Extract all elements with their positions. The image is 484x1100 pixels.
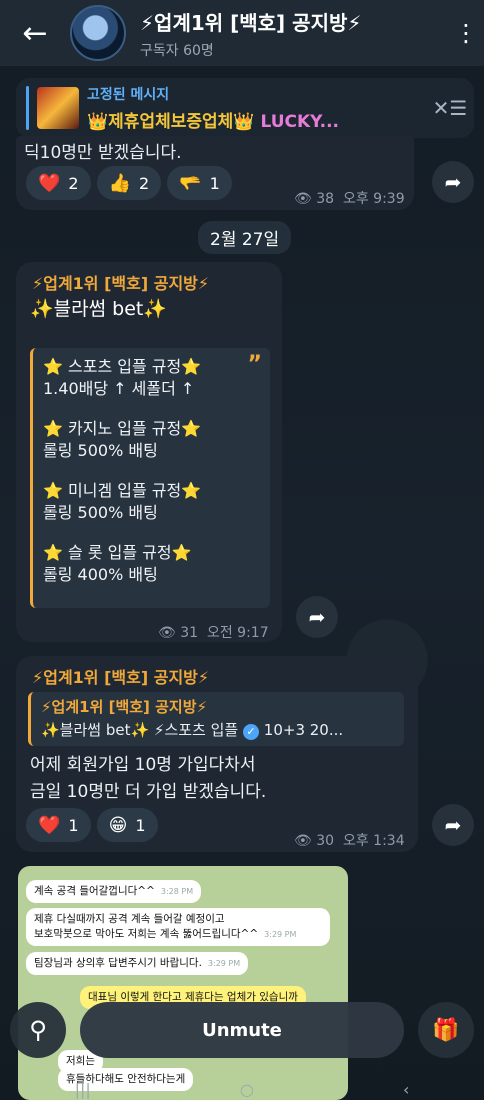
reaction-heart[interactable]: ❤️ 1 [26, 808, 91, 842]
gift-icon[interactable]: 🎁 [418, 1002, 474, 1058]
pinned-text: 👑제휴업체보증업체👑 LUCKY... [87, 112, 340, 132]
chat-title[interactable]: ⚡업계1위 [백호] 공지방⚡ [140, 7, 448, 36]
arrow-left-icon[interactable]: ← [0, 16, 70, 51]
message-text: 딕10명만 받겠습니다. [24, 143, 182, 163]
subscriber-count: 구독자 60명 [140, 42, 214, 59]
reactions-row: ❤️ 2 👍 2 🫳 1 [26, 166, 232, 200]
pinned-lucky-text: LUCKY... [260, 112, 340, 132]
quote-line: ⭐ 슬 롯 입플 규정⭐ [43, 543, 192, 562]
reactions-row: ❤️ 1 😁 1 [26, 808, 158, 842]
forward-icon[interactable]: ➦ [432, 161, 474, 203]
nav-home-icon[interactable]: ○ [240, 1080, 254, 1099]
pinned-indicator [26, 86, 29, 130]
pinned-thumbnail [37, 87, 79, 129]
message-text: 어제 회원가입 10명 가입다차서 금일 10명만 더 가입 받겠습니다. [30, 755, 267, 802]
reaction-heart[interactable]: ❤️ 2 [26, 166, 91, 200]
quote-line: ⭐ 미니겜 입플 규정⭐ [43, 481, 202, 500]
quote-line: ⭐ 카지노 입플 규정⭐ [43, 419, 202, 438]
message-sender: ⚡업계1위 [백호] 공지방⚡ [32, 274, 210, 293]
forward-icon[interactable]: ➦ [432, 804, 474, 846]
avatar[interactable] [70, 5, 126, 61]
search-icon[interactable]: ⚲ [10, 1002, 66, 1058]
image-chat-bubble: 계속 공격 들어갈껍니다^^ 3:28 PM [26, 880, 202, 903]
message-meta: 👁 38 오후 9:39 [294, 191, 405, 207]
nav-recent-icon[interactable]: ||| [75, 1080, 91, 1099]
unmute-button[interactable]: Unmute [80, 1002, 404, 1058]
quote-line: ⭐ 스포츠 입플 규정⭐ [43, 357, 202, 376]
image-chat-bubble: 제휴 다실때까지 공격 계속 들어갈 예정이고 보호막붓으로 막아도 저희는 계속… [26, 908, 330, 946]
quote-line: 롤링 400% 배팅 [43, 565, 158, 584]
quote-line: 롤링 500% 배팅 [43, 503, 158, 522]
verified-icon: ✓ [243, 724, 260, 740]
quote-block: ” ⭐ 스포츠 입플 규정⭐ 1.40배당 ↑ 세폴더 ↑ ⭐ 카지노 입플 규정⭐… [30, 348, 270, 608]
chat-header: ← ⚡업계1위 [백호] 공지방⚡ 구독자 60명 ⋮ [0, 0, 484, 66]
pinned-message-bar[interactable]: 고정된 메시지 👑제휴업체보증업체👑 LUCKY... ✕☰ [16, 78, 474, 138]
pin-list-icon[interactable]: ✕☰ [426, 96, 474, 120]
more-vertical-icon[interactable]: ⋮ [448, 19, 484, 47]
quote-spacer [43, 400, 260, 418]
message-meta: 👁 31 오전 9:17 [158, 625, 269, 641]
forward-icon[interactable]: ➦ [296, 596, 338, 638]
reaction-hand[interactable]: 🫳 1 [167, 166, 232, 200]
reaction-grin[interactable]: 😁 1 [96, 808, 158, 842]
quote-line: 롤링 500% 배팅 [43, 441, 158, 460]
quote-spacer [43, 524, 260, 542]
pinned-label: 고정된 메시지 [87, 87, 170, 103]
forwarded-sender: ⚡업계1위 [백호] 공지방⚡ [41, 698, 208, 716]
message-headline: ✨블라썸 bet✨ [30, 298, 167, 320]
system-nav-bar: ||| ○ ‹ [0, 1078, 484, 1100]
message-sender: ⚡업계1위 [백호] 공지방⚡ [32, 668, 210, 687]
forwarded-body: ✨블라썸 bet✨ ⚡스포츠 입플 ✓ 10+3 20... [41, 721, 344, 740]
quote-spacer [43, 462, 260, 480]
screenshot-image[interactable]: 계속 공격 들어갈껍니다^^ 3:28 PM 제휴 다실때까지 공격 계속 들어갈… [18, 866, 348, 1100]
quote-line: 1.40배당 ↑ 세폴더 ↑ [43, 379, 195, 398]
quote-icon: ” [247, 352, 262, 377]
image-chat-bubble: 팀장님과 상의후 답변주시기 바랍니다. 3:29 PM [26, 952, 249, 975]
reaction-thumbs-up[interactable]: 👍 2 [96, 166, 162, 200]
message-meta: 👁 30 오후 1:34 [294, 833, 405, 849]
date-separator: 2월 27일 [198, 221, 292, 254]
nav-back-icon[interactable]: ‹ [403, 1080, 409, 1099]
forwarded-preview[interactable]: ⚡업계1위 [백호] 공지방⚡ ✨블라썸 bet✨ ⚡스포츠 입플 ✓ 10+3… [28, 692, 404, 746]
